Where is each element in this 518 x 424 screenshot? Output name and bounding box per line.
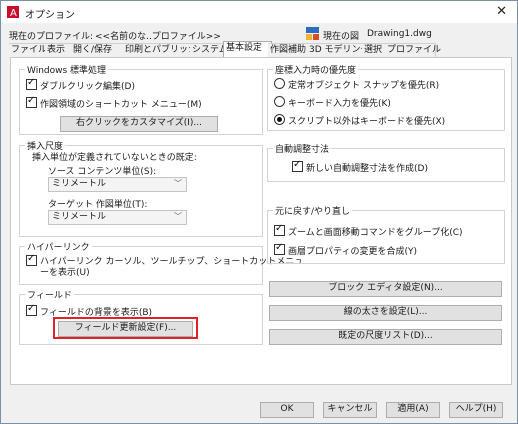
hyperlink-title: ハイパーリンク	[25, 240, 92, 253]
target-units-select[interactable]: ミリメートル ﹀	[48, 210, 187, 225]
chevron-down-icon: ﹀	[174, 179, 182, 188]
windows-behavior-group: Windows 標準処理 ダブルクリック編集(D) 作図領域のショートカット メ…	[19, 63, 263, 135]
default-scale-list-button[interactable]: 既定の尺度リスト(D)...	[269, 329, 502, 345]
highlight-box	[53, 317, 198, 339]
lineweight-settings-button[interactable]: 線の太さを設定(L)...	[269, 305, 502, 321]
apply-button[interactable]: 適用(A)	[386, 402, 440, 418]
svg-text:A: A	[10, 8, 17, 18]
coordinate-priority-title: 座標入力時の優先度	[273, 63, 359, 76]
target-units-label: ターゲット 作図単位(T):	[48, 200, 148, 210]
source-units-value: ミリメートル	[52, 179, 107, 189]
window-title: オプション	[25, 10, 75, 21]
zoom-pan-group-checkbox[interactable]	[274, 223, 285, 236]
tab-profiles[interactable]: プロファイル	[385, 43, 441, 58]
source-units-label: ソース コンテンツ単位(S):	[48, 167, 157, 177]
title-bar: A オプション ✕	[1, 1, 517, 23]
ok-button[interactable]: OK	[260, 402, 314, 418]
associative-dim-group: 自動調整寸法 新しい自動調整寸法を作成(D)	[267, 142, 505, 182]
radio-keyboard-except-scripts-label: スクリプト以外はキーボードを優先(X)	[288, 117, 446, 127]
fields-title: フィールド	[25, 288, 74, 301]
shortcut-menu-checkbox[interactable]	[26, 95, 37, 108]
layer-property-combine-label: 画層プロパティの変更を合成(Y)	[288, 247, 417, 257]
radio-keyboard-entry[interactable]	[274, 96, 285, 107]
insertion-scale-group: 挿入尺度 挿入単位が定義されていないときの既定: ソース コンテンツ単位(S):…	[19, 139, 263, 237]
coordinate-priority-group: 座標入力時の優先度 定常オブジェクト スナップを優先(R) キーボード入力を優先…	[267, 63, 505, 131]
drawing-value: Drawing1.dwg	[367, 29, 432, 39]
tab-system[interactable]: システム	[190, 43, 228, 58]
radio-keyboard-entry-label: キーボード入力を優先(K)	[288, 99, 391, 109]
shortcut-menu-label: 作図領域のショートカット メニュー(M)	[40, 100, 202, 110]
customize-right-click-button[interactable]: 右クリックをカスタマイズ(I)...	[60, 116, 218, 132]
radio-keyboard-except-scripts[interactable]	[274, 114, 285, 125]
new-associative-dim-label: 新しい自動調整寸法を作成(D)	[306, 164, 428, 174]
tab-plot-publish[interactable]: 印刷とパブリッシュ	[123, 43, 206, 58]
tab-file[interactable]: ファイル	[9, 43, 47, 58]
radio-running-osnap[interactable]	[274, 78, 285, 89]
close-icon[interactable]: ✕	[496, 4, 507, 19]
tab-drafting[interactable]: 作図補助	[268, 43, 310, 58]
target-units-value: ミリメートル	[52, 212, 107, 222]
associative-dim-title: 自動調整寸法	[273, 142, 332, 155]
options-dialog: A オプション ✕ 現在のプロファイル: <<名前のな..プロファイル>> 現在…	[0, 0, 518, 424]
tab-panel: Windows 標準処理 ダブルクリック編集(D) 作図領域のショートカット メ…	[10, 57, 512, 385]
tab-open-save[interactable]: 開く/保存	[71, 43, 124, 58]
cancel-button[interactable]: キャンセル	[323, 402, 377, 418]
profile-value: <<名前のな..プロファイル>>	[95, 32, 221, 42]
app-icon: A	[7, 6, 19, 18]
undo-redo-group: 元に戻す/やり直し ズームと画面移動コマンドをグループ化(C) 画層プロパティの…	[267, 204, 505, 264]
layer-property-combine-checkbox[interactable]	[274, 242, 285, 255]
radio-running-osnap-label: 定常オブジェクト スナップを優先(R)	[288, 81, 440, 91]
fields-group: フィールド フィールドの背景を表示(B) フィールド更新設定(F)...	[19, 288, 263, 345]
dblclick-edit-label: ダブルクリック編集(D)	[40, 82, 135, 92]
profile-label: 現在のプロファイル:	[9, 32, 94, 42]
windows-behavior-title: Windows 標準処理	[25, 63, 109, 76]
source-units-select[interactable]: ミリメートル ﹀	[48, 177, 187, 192]
undo-redo-title: 元に戻す/やり直し	[273, 204, 353, 217]
hyperlink-display-label-line2: ーを表示(U)	[40, 268, 90, 278]
insertion-scale-desc: 挿入単位が定義されていないときの既定:	[32, 153, 197, 163]
drawing-file-icon	[306, 27, 319, 40]
new-associative-dim-checkbox[interactable]	[292, 159, 303, 172]
hyperlink-display-checkbox[interactable]	[26, 253, 37, 266]
zoom-pan-group-label: ズームと画面移動コマンドをグループ化(C)	[288, 228, 463, 238]
tab-3d-modeling[interactable]: 3D モデリング	[307, 43, 370, 58]
block-editor-settings-button[interactable]: ブロック エディタ設定(N)...	[269, 281, 502, 297]
hyperlink-group: ハイパーリンク ハイパーリンク カーソル、ツールチップ、ショートカットメニュ ー…	[19, 240, 303, 285]
field-background-checkbox[interactable]	[26, 303, 37, 316]
chevron-down-icon: ﹀	[174, 212, 182, 221]
drawing-label: 現在の図	[323, 32, 360, 42]
tab-display[interactable]: 表示	[45, 43, 72, 58]
dblclick-edit-checkbox[interactable]	[26, 77, 37, 90]
help-button[interactable]: ヘルプ(H)	[449, 402, 503, 418]
